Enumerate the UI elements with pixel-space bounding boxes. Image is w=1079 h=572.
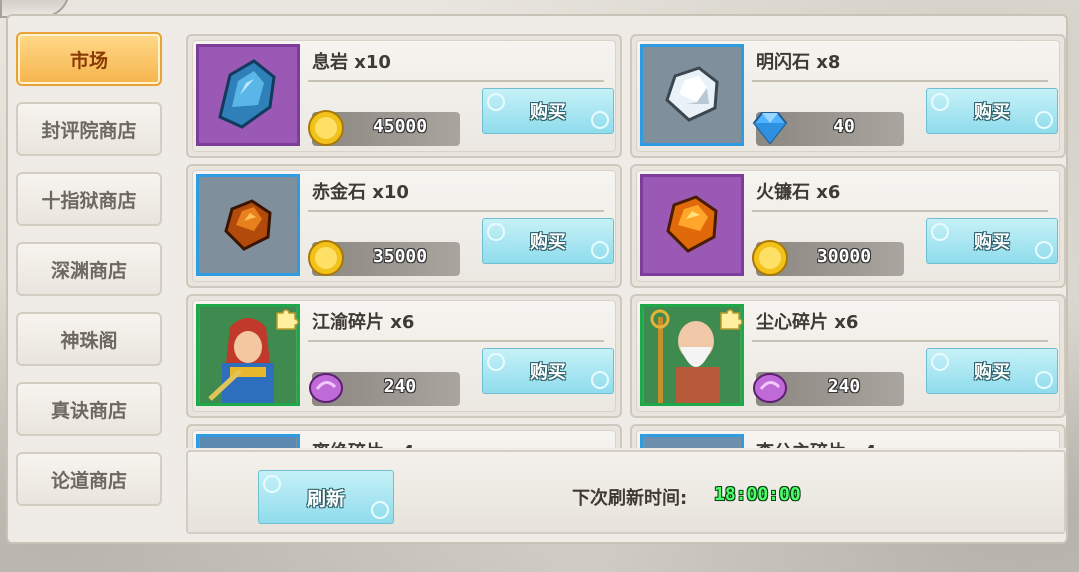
shop-item-list[interactable]: 息岩 x10 45000 购买 明闪石 x8 40 购买 赤金石 x10 350…: [186, 28, 1066, 448]
item-price: 35000: [372, 246, 428, 267]
item-name: 李公主碎片 x4: [756, 438, 876, 448]
gold-coin-icon: [306, 108, 346, 148]
side-tab-label: 神珠阁: [60, 329, 118, 352]
side-tab-fengpingyuan-shop[interactable]: 封评院商店: [16, 102, 162, 156]
buy-label: 购买: [974, 232, 1010, 253]
fragment-puzzle-icon: [276, 309, 299, 330]
item-name: 尘心碎片 x6: [756, 312, 859, 333]
shop-item-card: 离绝碎片 x4: [186, 424, 622, 448]
item-name: 赤金石 x10: [312, 182, 409, 203]
side-tab-label: 十指狱商店: [41, 189, 137, 212]
next-refresh-label: 下次刷新时间:: [572, 488, 688, 509]
buy-button[interactable]: 购买: [926, 88, 1058, 134]
cloud-ornament-icon: [487, 93, 505, 111]
item-slot[interactable]: [640, 304, 744, 406]
buy-button[interactable]: 购买: [926, 218, 1058, 264]
cloud-ornament-icon: [487, 353, 505, 371]
cloud-ornament-icon: [931, 93, 949, 111]
hero-portrait-icon: [644, 437, 740, 448]
divider: [308, 210, 604, 212]
buy-label: 购买: [974, 362, 1010, 383]
refresh-button[interactable]: 刷新: [258, 470, 394, 524]
cloud-ornament-icon: [1035, 371, 1053, 389]
side-tab-label: 市场: [69, 49, 108, 72]
shop-item-card: 息岩 x10 45000 购买: [186, 34, 622, 158]
divider: [308, 80, 604, 82]
purple-gem-icon: [306, 368, 346, 408]
buy-button[interactable]: 购买: [482, 88, 614, 134]
item-price: 30000: [816, 246, 872, 267]
shop-item-card: 赤金石 x10 35000 购买: [186, 164, 622, 288]
item-price: 240: [827, 376, 861, 397]
item-slot[interactable]: [196, 434, 300, 448]
side-tab-label: 真诀商店: [50, 399, 127, 422]
item-slot[interactable]: [640, 434, 744, 448]
divider: [752, 80, 1048, 82]
buy-button[interactable]: 购买: [482, 218, 614, 264]
item-price: 40: [833, 116, 855, 137]
item-name: 江渝碎片 x6: [312, 312, 415, 333]
item-slot[interactable]: [640, 44, 744, 146]
item-name: 火镰石 x6: [756, 182, 841, 203]
blue-crystal-rock-icon: [218, 59, 276, 129]
side-tab-shizhiyu-shop[interactable]: 十指狱商店: [16, 172, 162, 226]
fragment-puzzle-icon: [720, 309, 743, 330]
item-slot[interactable]: [196, 44, 300, 146]
cloud-ornament-icon: [1035, 111, 1053, 129]
purple-gem-icon: [750, 368, 790, 408]
refresh-label: 刷新: [306, 487, 345, 510]
gold-coin-icon: [306, 238, 346, 278]
shop-item-card: 明闪石 x8 40 购买: [630, 34, 1066, 158]
shop-item-card: 火镰石 x6 30000 购买: [630, 164, 1066, 288]
orange-fire-stone-icon: [666, 195, 718, 253]
item-name: 息岩 x10: [312, 52, 391, 73]
buy-button[interactable]: 购买: [926, 348, 1058, 394]
item-price: 45000: [372, 116, 428, 137]
cloud-ornament-icon: [591, 111, 609, 129]
side-tab-label: 论道商店: [50, 469, 127, 492]
shop-item-card: 李公主碎片 x4: [630, 424, 1066, 448]
divider: [752, 340, 1048, 342]
shop-item-card: 江渝碎片 x6 240 购买: [186, 294, 622, 418]
cloud-ornament-icon: [1035, 241, 1053, 259]
gold-coin-icon: [750, 238, 790, 278]
side-tab-abyss-shop[interactable]: 深渊商店: [16, 242, 162, 296]
side-menu: 市场 封评院商店 十指狱商店 深渊商店 神珠阁 真诀商店 论道商店: [8, 22, 168, 532]
shop-item-card: 尘心碎片 x6 240 购买: [630, 294, 1066, 418]
buy-label: 购买: [530, 232, 566, 253]
buy-label: 购买: [530, 362, 566, 383]
buy-button[interactable]: 购买: [482, 348, 614, 394]
buy-label: 购买: [530, 102, 566, 123]
diamond-icon: [750, 108, 790, 148]
side-tab-shenzhuge[interactable]: 神珠阁: [16, 312, 162, 366]
cloud-ornament-icon: [591, 241, 609, 259]
cloud-ornament-icon: [263, 475, 281, 493]
side-tab-label: 深渊商店: [50, 259, 127, 282]
next-refresh-time: 18:00:00: [714, 484, 801, 505]
cloud-ornament-icon: [487, 223, 505, 241]
white-stone-icon: [665, 66, 719, 122]
buy-label: 购买: [974, 102, 1010, 123]
cloud-ornament-icon: [591, 371, 609, 389]
item-slot[interactable]: [196, 304, 300, 406]
side-tab-label: 封评院商店: [41, 119, 137, 142]
side-tab-zhenjue-shop[interactable]: 真诀商店: [16, 382, 162, 436]
divider: [752, 210, 1048, 212]
side-tab-market[interactable]: 市场: [16, 32, 162, 86]
cloud-ornament-icon: [371, 501, 389, 519]
item-price: 240: [383, 376, 417, 397]
hero-portrait-icon: [200, 437, 296, 448]
item-name: 离绝碎片 x4: [312, 438, 414, 448]
item-name: 明闪石 x8: [756, 52, 841, 73]
item-slot[interactable]: [196, 174, 300, 276]
side-tab-lundao-shop[interactable]: 论道商店: [16, 452, 162, 506]
item-slot[interactable]: [640, 174, 744, 276]
cloud-ornament-icon: [931, 223, 949, 241]
cloud-ornament-icon: [931, 353, 949, 371]
red-gold-stone-icon: [224, 199, 272, 251]
divider: [308, 340, 604, 342]
